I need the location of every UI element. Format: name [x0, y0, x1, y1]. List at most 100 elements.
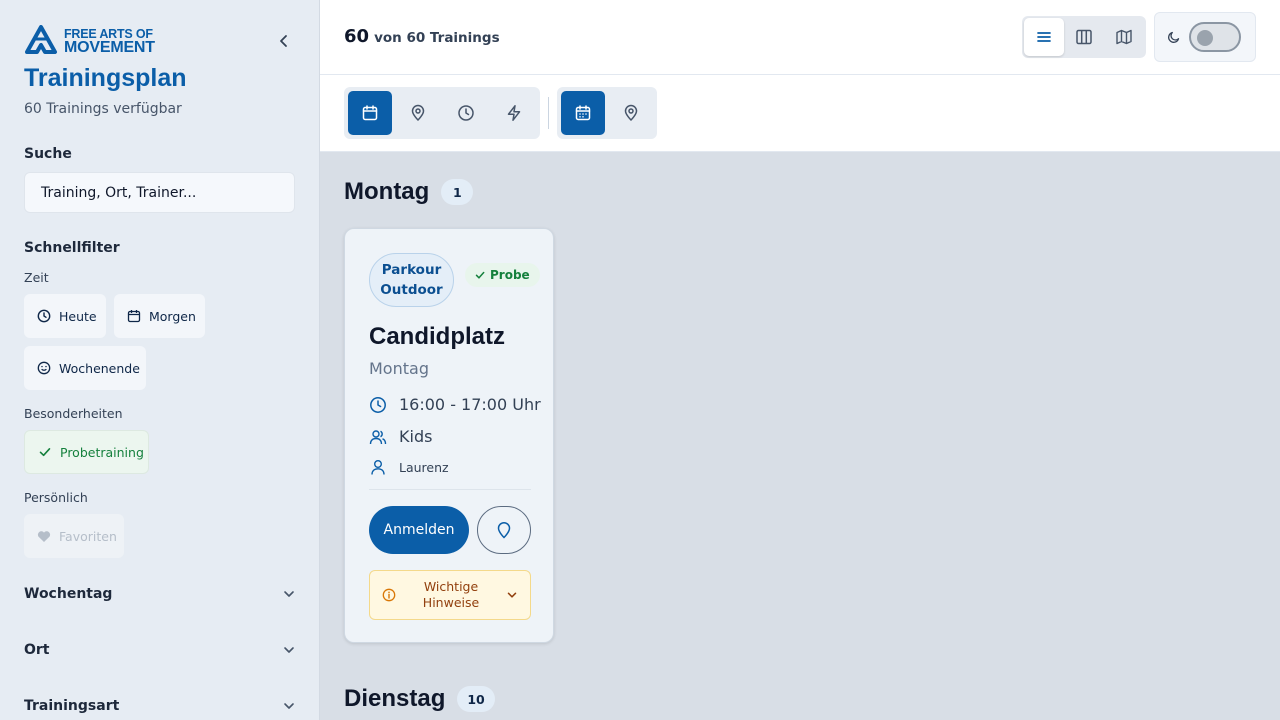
columns-icon — [1076, 29, 1092, 45]
trainings-available-count: 60 Trainings verfügbar — [24, 101, 182, 117]
day-count-badge: 1 — [441, 179, 474, 205]
group-by-type-button[interactable] — [492, 91, 536, 135]
results-count-number: 60 — [344, 26, 370, 47]
calendar-grid-icon — [575, 105, 591, 121]
training-type-line-2: Outdoor — [380, 282, 443, 298]
accordion-weekday-label: Wochentag — [24, 586, 113, 602]
search-input[interactable]: Training, Ort, Trainer... — [24, 172, 295, 213]
day-count-badge: 10 — [457, 686, 495, 712]
training-day: Montag — [369, 359, 429, 378]
heart-icon — [37, 530, 51, 542]
training-type-line-1: Parkour — [381, 262, 442, 278]
logo-text: FREE ARTS OF MOVEMENT — [64, 27, 155, 56]
day-section-header: Dienstag 10 — [344, 685, 495, 713]
calendar-icon — [127, 310, 141, 323]
list-view-button[interactable] — [1024, 18, 1064, 56]
map-view-button[interactable] — [1104, 18, 1144, 56]
important-notes-toggle[interactable]: Wichtige Hinweise — [369, 570, 531, 620]
accordion-training-type-label: Trainingsart — [24, 698, 120, 714]
group-by-location-button[interactable] — [396, 91, 440, 135]
group-by-time-button[interactable] — [444, 91, 488, 135]
trial-badge-label: Probe — [490, 268, 530, 282]
filter-weekend-label: Wochenende — [59, 360, 140, 376]
accordion-location[interactable]: Ort — [24, 638, 296, 662]
results-count: 60 von 60 Trainings — [344, 26, 500, 47]
quickfilter-label: Schnellfilter — [24, 240, 120, 256]
day-section-header: Montag 1 — [344, 178, 474, 206]
map-pin-icon — [624, 104, 638, 122]
clock-icon — [370, 396, 386, 413]
chevron-down-icon — [284, 703, 294, 709]
filter-favorites-label: Favoriten — [59, 528, 117, 544]
show-on-map-button[interactable] — [477, 506, 531, 554]
lightning-icon — [507, 105, 521, 121]
smile-icon — [37, 361, 51, 375]
toolbar-divider — [548, 97, 549, 129]
search-label: Suche — [24, 146, 72, 162]
register-button[interactable]: Anmelden — [369, 506, 469, 554]
switch-knob — [1197, 30, 1213, 46]
calendar-sub-view-button[interactable] — [561, 91, 605, 135]
check-icon — [475, 271, 485, 279]
important-notes-line-1: Wichtige — [423, 579, 479, 594]
sidebar: FREE ARTS OF MOVEMENT Trainingsplan 60 T… — [0, 0, 320, 720]
list-icon — [1037, 32, 1051, 42]
training-card: Parkour Outdoor Probe Candidplatz Montag… — [344, 228, 554, 643]
accordion-location-label: Ort — [24, 642, 50, 658]
logo: FREE ARTS OF MOVEMENT — [24, 25, 155, 57]
accordion-training-type[interactable]: Trainingsart — [24, 694, 296, 718]
training-time-row: 16:00 - 17:00 Uhr — [369, 395, 541, 414]
filter-favorites-button[interactable]: Favoriten — [24, 514, 124, 558]
collapse-sidebar-button[interactable] — [272, 29, 296, 53]
filter-weekend-button[interactable]: Wochenende — [24, 346, 146, 390]
chevron-down-icon — [284, 591, 294, 597]
users-icon — [369, 429, 387, 444]
map-pin-icon — [497, 522, 511, 539]
info-icon — [382, 588, 396, 602]
chevron-left-icon — [280, 35, 287, 47]
clock-icon — [458, 105, 474, 121]
trial-badge: Probe — [465, 263, 540, 287]
training-group-row: Kids — [369, 427, 432, 446]
location-sub-view-button[interactable] — [609, 91, 653, 135]
chevron-down-icon — [284, 647, 294, 653]
group-by-day-button[interactable] — [348, 91, 392, 135]
training-trainer-row: Laurenz — [369, 458, 449, 476]
dark-mode-switch[interactable] — [1189, 22, 1241, 52]
filter-tomorrow-button[interactable]: Morgen — [114, 294, 205, 338]
results-count-text: von 60 Trainings — [374, 30, 500, 46]
page-title: Trainingsplan — [24, 64, 187, 92]
top-header: 60 von 60 Trainings — [320, 0, 1280, 75]
day-title: Dienstag — [344, 685, 446, 712]
map-icon — [1116, 29, 1132, 45]
logo-line-2: MOVEMENT — [64, 39, 155, 56]
filter-trial-label: Probetraining — [60, 444, 144, 460]
filter-today-label: Heute — [59, 308, 97, 324]
training-group: Kids — [399, 427, 433, 446]
filter-tomorrow-label: Morgen — [149, 308, 196, 324]
day-title: Montag — [344, 178, 430, 205]
training-type-tag: Parkour Outdoor — [369, 253, 454, 307]
clock-icon — [37, 309, 51, 323]
user-icon — [371, 460, 385, 475]
view-mode-toggle — [1022, 16, 1146, 58]
check-icon — [39, 448, 51, 457]
moon-icon — [1168, 31, 1180, 43]
filter-trial-button[interactable]: Probetraining — [24, 430, 149, 474]
calendar-icon — [362, 105, 378, 121]
logo-row: FREE ARTS OF MOVEMENT — [24, 24, 296, 58]
training-location-title: Candidplatz — [369, 323, 505, 350]
chevron-down-icon — [507, 592, 517, 598]
sub-view-segment — [557, 87, 657, 139]
important-notes-line-2: Hinweise — [422, 595, 480, 610]
filter-today-button[interactable]: Heute — [24, 294, 106, 338]
important-notes-label: Wichtige Hinweise — [396, 579, 506, 611]
training-trainer: Laurenz — [399, 459, 449, 475]
special-label: Besonderheiten — [24, 406, 123, 421]
group-by-segment — [344, 87, 540, 139]
training-time: 16:00 - 17:00 Uhr — [399, 395, 541, 414]
logo-mark-icon — [25, 25, 57, 54]
personal-label: Persönlich — [24, 490, 88, 505]
accordion-weekday[interactable]: Wochentag — [24, 582, 296, 606]
columns-view-button[interactable] — [1064, 18, 1104, 56]
